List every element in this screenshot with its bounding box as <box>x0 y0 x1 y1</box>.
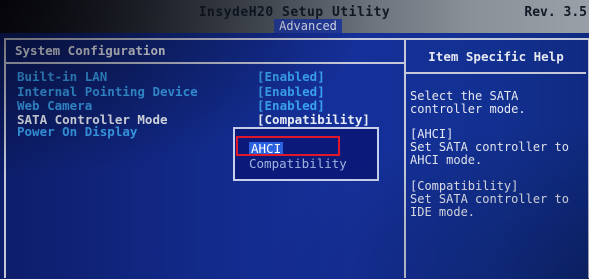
menu-item-value[interactable]: [Compatibility] <box>257 113 370 127</box>
section-title: System Configuration <box>15 43 166 58</box>
tab-advanced[interactable]: Advanced <box>274 19 342 33</box>
menu-item-web-camera[interactable]: Web Camera [Enabled] <box>17 98 325 113</box>
revision-label: Rev. 3.5 <box>524 5 587 20</box>
annotation-highlight-box <box>236 136 340 156</box>
menu-item-label: Power On Display <box>17 124 138 139</box>
help-text-compatibility: [Compatibility] Set SATA controller to I… <box>410 179 569 219</box>
menu-item-value[interactable]: [Enabled] <box>257 70 325 84</box>
menu-item-power-on-display[interactable]: Power On Display <box>17 125 257 139</box>
help-text-ahci: [AHCI] Set SATA controller to AHCI mode. <box>410 127 569 167</box>
title-bar: InsydeH20 Setup Utility Rev. 3.5 Advance… <box>0 0 589 33</box>
menu-item-label: Web Camera <box>17 98 93 113</box>
section-divider <box>6 62 404 64</box>
menu-item-label: Internal Pointing Device <box>17 84 198 99</box>
menu-item-value[interactable]: [Enabled] <box>257 85 325 99</box>
popup-option-compatibility[interactable]: Compatibility <box>249 157 347 171</box>
help-text-intro: Select the SATA controller mode. <box>410 89 526 116</box>
bios-screen: InsydeH20 Setup Utility Rev. 3.5 Advance… <box>0 0 589 279</box>
menu-item-internal-pointing-device[interactable]: Internal Pointing Device [Enabled] <box>17 84 325 99</box>
help-title: Item Specific Help <box>428 49 564 64</box>
menu-item-label: Built-in LAN <box>17 69 108 84</box>
help-divider <box>406 72 586 74</box>
menu-item-value[interactable]: [Enabled] <box>257 99 325 113</box>
menu-item-built-in-lan[interactable]: Built-in LAN [Enabled] <box>17 69 325 84</box>
utility-title: InsydeH20 Setup Utility <box>198 5 391 20</box>
